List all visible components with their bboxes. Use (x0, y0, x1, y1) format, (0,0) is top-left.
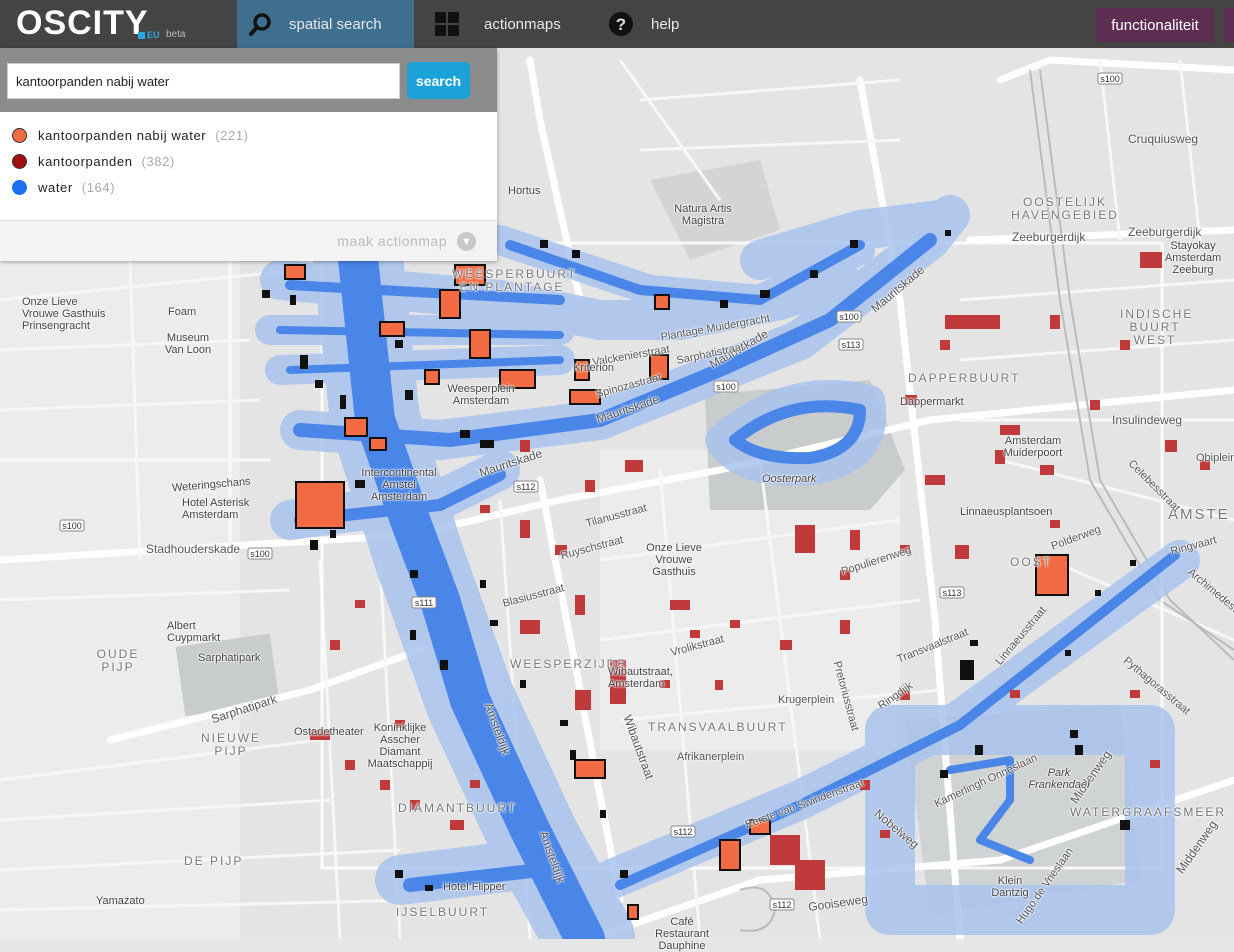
layer-count: (382) (141, 153, 175, 169)
street-label: Zeeburgerdijk (1012, 230, 1086, 244)
nav-spatial-search-label: spatial search (289, 15, 382, 33)
street-label: Insulindeweg (1112, 413, 1183, 427)
poi-label: Stayokay Amsterdam Zeeburg (1164, 240, 1222, 276)
district-label: WATERGRAAFSMEER (1070, 805, 1227, 819)
road-shield-label: s112 (674, 827, 693, 837)
poi-label: Oosterpark (762, 473, 817, 485)
svg-text:?: ? (616, 15, 626, 34)
poi-label: Albert Cuypmarkt (167, 620, 221, 644)
search-area: search (0, 48, 497, 112)
poi-label: Ostadetheater (294, 726, 364, 738)
search-button[interactable]: search (407, 62, 470, 99)
street-label: Obiplein (1196, 452, 1234, 464)
poi-label: Wibautstraat, Amsterdam (608, 666, 673, 690)
functionaliteit-button[interactable]: functionaliteit (1096, 8, 1214, 42)
panel-footer: maak actionmap ▼ (0, 220, 497, 261)
layer-count: (221) (215, 127, 249, 143)
layer-label: water (38, 179, 73, 195)
district-label: DIAMANTBUURT (398, 801, 518, 815)
poi-label: Klein Dantzig (991, 875, 1029, 899)
road-shield-label: s113 (943, 588, 962, 598)
poi-label: Dappermarkt (900, 396, 964, 408)
road-shield-label: s112 (517, 482, 536, 492)
logo-beta-label: beta (166, 29, 186, 40)
poi-label: Hortus (508, 185, 541, 197)
street-label: Zeeburgerdijk (1128, 225, 1202, 239)
poi-label: Koninklijke Asscher Diamant Maatschappij (367, 722, 433, 770)
street-label: Krugerplein (778, 694, 835, 706)
poi-label: Hotel Flipper (443, 881, 506, 893)
poi-label: Museum Van Loon (164, 332, 212, 356)
poi-label: Onze Lieve Vrouwe Gasthuis Prinsengracht (22, 296, 106, 332)
road-shield-label: s113 (842, 340, 861, 350)
road-shield-label: s100 (62, 521, 82, 531)
orange-dot-icon (12, 127, 27, 143)
district-label: DAPPERBUURT (908, 371, 1021, 385)
chevron-down-icon[interactable]: ▼ (457, 232, 476, 251)
extra-menu-button[interactable] (1224, 8, 1234, 42)
poi-label: Yamazato (96, 895, 145, 907)
district-label: IJSELBUURT (396, 905, 490, 919)
nav-actionmaps-label: actionmaps (484, 15, 561, 33)
poi-label: Intercontinental Amstel Amsterdam (361, 467, 437, 503)
poi-label: Amsterdam Muiderpoort (1003, 435, 1063, 459)
district-label: TRANSVAALBUURT (648, 720, 788, 734)
poi-label: Foam (168, 306, 197, 318)
poi-label: Hotel Asterisk Amsterdam (182, 497, 250, 521)
layer-item[interactable]: kantoorpanden (382) (12, 151, 175, 171)
top-navigation-bar: OSCITY EU beta spatial search actionmaps… (0, 0, 1234, 48)
nav-spatial-search[interactable]: spatial search (237, 0, 414, 48)
poi-label: Natura Artis Magistra (674, 203, 732, 227)
nav-help-label: help (651, 15, 680, 33)
poi-label: Park Frankendael (1028, 767, 1090, 791)
layer-count: (164) (81, 179, 116, 195)
road-shield-label: s111 (415, 598, 433, 608)
dark-red-dot-icon (12, 153, 27, 169)
poi-label: Onze Lieve Vrouwe Gasthuis (646, 542, 702, 578)
search-panel: search kantoorpanden nabij water (221) k… (0, 48, 497, 261)
district-label: WEESPERBUURT EN PLANTAGE (452, 267, 578, 294)
district-label: INDISCHE BUURT WEST (1120, 307, 1194, 347)
layer-item[interactable]: water (164) (12, 177, 115, 197)
district-label: OOST (1010, 555, 1053, 569)
poi-label: Sarphatipark (198, 652, 261, 664)
street-label: Stadhouderskade (146, 542, 241, 556)
search-input[interactable] (7, 63, 400, 99)
search-icon (237, 0, 285, 48)
road-shield-label: s100 (716, 382, 736, 392)
district-label: OUDE PIJP (96, 647, 140, 674)
maak-actionmap-link[interactable]: maak actionmap (337, 233, 447, 249)
district-label: NIEUWE PIJP (201, 731, 261, 758)
layer-label: kantoorpanden (38, 153, 133, 169)
grid-icon (423, 0, 471, 48)
street-label: Cruquiusweg (1128, 132, 1199, 146)
help-icon: ? (597, 0, 645, 48)
road-shield-label: s100 (250, 549, 270, 559)
street-label: Afrikanerplein (677, 751, 745, 763)
layer-item[interactable]: kantoorpanden nabij water (221) (12, 125, 249, 145)
logo-eu-badge: EU (138, 30, 160, 40)
blue-dot-icon (12, 179, 27, 195)
poi-label: Café Restaurant Dauphine (655, 916, 709, 952)
nav-actionmaps[interactable]: actionmaps (423, 0, 573, 48)
poi-label: Kriterion (573, 362, 614, 374)
layer-label: kantoorpanden nabij water (38, 127, 207, 143)
poi-label: Linnaeusplantsoen (960, 506, 1053, 518)
district-label: OOSTELIJK HAVENGEBIED (1011, 195, 1119, 222)
road-shield-label: s112 (773, 900, 792, 910)
road-shield-label: s100 (839, 312, 859, 322)
oscity-logo[interactable]: OSCITY (16, 4, 149, 43)
poi-label: Weesperplein Amsterdam (447, 383, 515, 407)
road-shield-label: s100 (1100, 74, 1120, 84)
district-label: DE PIJP (184, 854, 244, 868)
nav-help[interactable]: ? help (597, 0, 697, 48)
